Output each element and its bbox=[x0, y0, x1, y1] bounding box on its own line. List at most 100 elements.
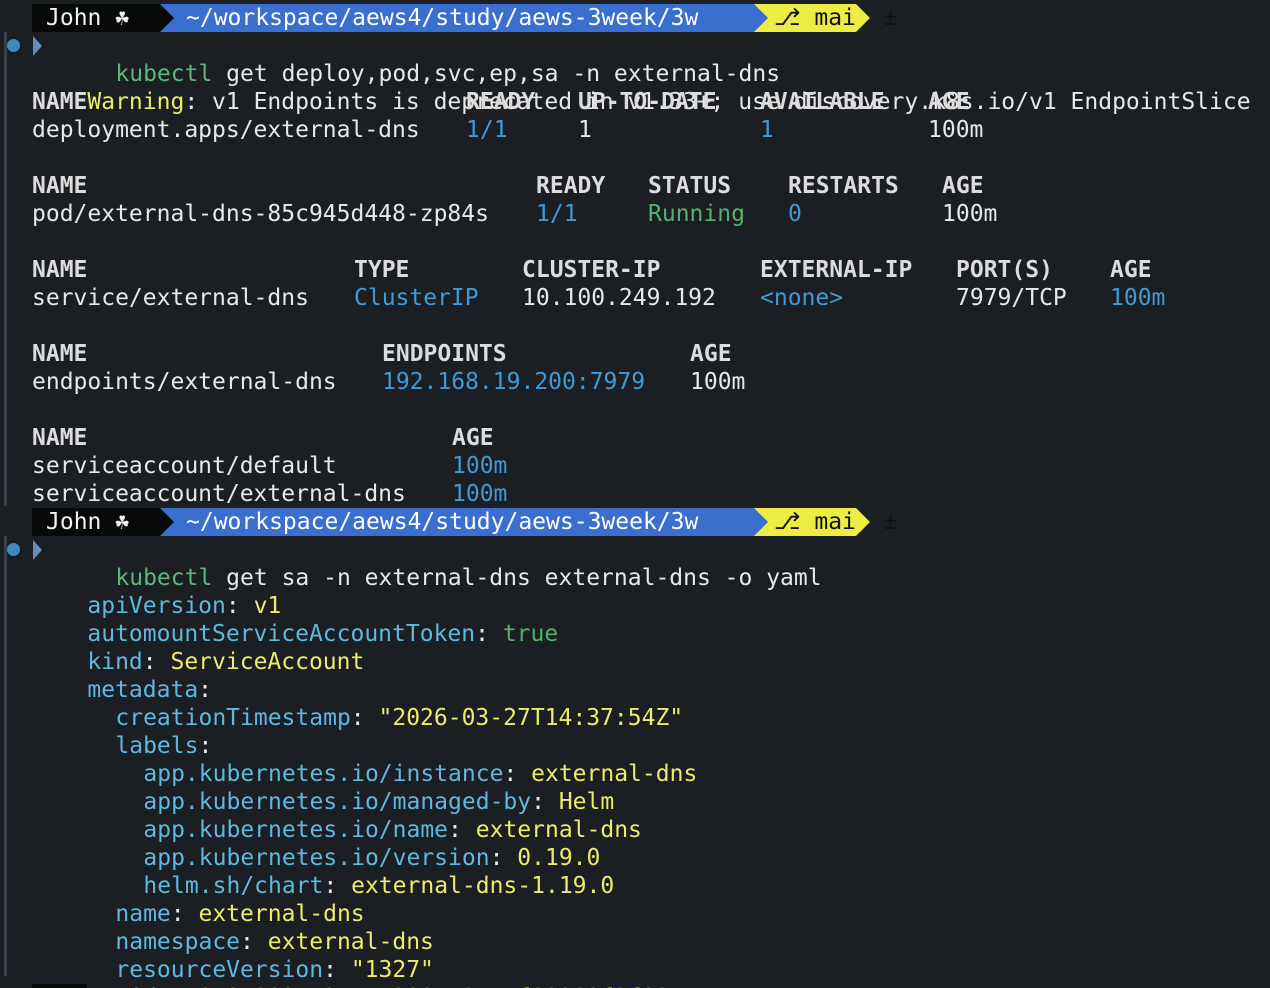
yaml-line: kind: ServiceAccount bbox=[87, 649, 365, 675]
table-row: serviceaccount/external-dns 100m bbox=[32, 480, 732, 508]
prompt-chevron-icon bbox=[33, 540, 42, 560]
column-header: READY bbox=[466, 89, 536, 115]
column-header: TYPE bbox=[354, 257, 410, 283]
table-row: endpoints/external-dns 192.168.19.200:79… bbox=[32, 368, 932, 396]
table-cell: 100m bbox=[928, 117, 984, 143]
yaml-line: namespace: external-dns bbox=[115, 929, 434, 955]
table-header: NAME READY STATUS RESTARTS AGE bbox=[32, 172, 1032, 200]
table-cell: pod/external-dns-85c945d448-zp84s bbox=[32, 201, 489, 227]
yaml-line: app.kubernetes.io/name: external-dns bbox=[143, 817, 642, 843]
table-cell: 1/1 bbox=[536, 201, 578, 227]
prompt-end-icon bbox=[856, 508, 870, 536]
table-cell: 100m bbox=[1110, 285, 1166, 311]
column-header: NAME bbox=[32, 425, 88, 451]
yaml-line: metadata: bbox=[87, 677, 213, 703]
command-args: get sa -n external-dns external-dns -o y… bbox=[212, 565, 822, 591]
yaml-value: true bbox=[502, 621, 559, 647]
table-cell: endpoints/external-dns bbox=[32, 369, 337, 395]
prompt-path: ~/workspace/aews4/study/aews-3week/3w bbox=[174, 4, 754, 32]
table-cell: 1/1 bbox=[466, 117, 508, 143]
table-cell: service/external-dns bbox=[32, 285, 309, 311]
yaml-line: creationTimestamp: "2026-03-27T14:37:54Z… bbox=[115, 705, 684, 731]
table-cell: <none> bbox=[760, 285, 844, 311]
table-row: service/external-dns ClusterIP 10.100.24… bbox=[32, 284, 1232, 312]
column-header: NAME bbox=[32, 89, 88, 115]
table-cell: 10.100.249.192 bbox=[522, 285, 716, 311]
prompt-git-branch: ⎇ main ± bbox=[768, 508, 897, 536]
command-line: kubectl get sa -n external-dns external-… bbox=[60, 536, 821, 591]
prompt-bar: John ☘ ~/workspace/aews4/study/aews-3wee… bbox=[32, 508, 897, 536]
table-header: NAME TYPE CLUSTER-IP EXTERNAL-IP PORT(S)… bbox=[32, 256, 1232, 284]
yaml-line: labels: bbox=[115, 733, 213, 759]
prompt-bar: John ☘ ~/workspace/aews4/study/aews-3wee… bbox=[32, 4, 897, 32]
prompt-separator-icon bbox=[754, 508, 768, 536]
table-cell: 1 bbox=[578, 117, 592, 143]
table-cell: serviceaccount/default bbox=[32, 453, 337, 479]
yaml-line: resourceVersion: "1327" bbox=[115, 957, 434, 983]
prompt-separator-icon bbox=[160, 508, 174, 536]
table-cell: 100m bbox=[690, 369, 746, 395]
column-header: AGE bbox=[1110, 257, 1152, 283]
table-cell: 0 bbox=[788, 201, 802, 227]
column-header: NAME bbox=[32, 341, 88, 367]
column-header: RESTARTS bbox=[788, 173, 899, 199]
column-header: AGE bbox=[690, 341, 732, 367]
prompt-user: John ☘ bbox=[32, 4, 160, 32]
terminal-window[interactable]: John ☘ ~/workspace/aews4/study/aews-3wee… bbox=[0, 0, 1270, 988]
command-gutter-1 bbox=[4, 32, 7, 506]
table-cell: Running bbox=[648, 201, 745, 227]
column-header: UP-TO-DATE bbox=[578, 89, 717, 115]
yaml-value: external-dns-1.19.0 bbox=[351, 873, 615, 899]
table-header: NAME AGE bbox=[32, 424, 732, 452]
yaml-line: app.kubernetes.io/managed-by: Helm bbox=[143, 789, 615, 815]
column-header: EXTERNAL-IP bbox=[760, 257, 913, 283]
column-header: NAME bbox=[32, 257, 88, 283]
column-header: PORT(S) bbox=[956, 257, 1053, 283]
table-cell: deployment.apps/external-dns bbox=[32, 117, 420, 143]
warning-line: Warning: v1 Endpoints is deprecated in v… bbox=[32, 60, 1250, 115]
yaml-value: "2026-03-27T14:37:54Z" bbox=[378, 705, 684, 731]
table-cell: ClusterIP bbox=[354, 285, 479, 311]
yaml-line: app.kubernetes.io/version: 0.19.0 bbox=[143, 845, 601, 871]
yaml-line: uid: 5849a993-524c-4208-a9a7-f08068f2f99… bbox=[60, 956, 683, 988]
table-header: NAME READY UP-TO-DATE AVAILABLE AGE bbox=[32, 88, 1032, 116]
column-header: AVAILABLE bbox=[760, 89, 885, 115]
column-header: AGE bbox=[928, 89, 970, 115]
prompt-user: John ☘ bbox=[32, 508, 160, 536]
table-cell: 7979/TCP bbox=[956, 285, 1067, 311]
table-row: deployment.apps/external-dns 1/1 1 1 100… bbox=[32, 116, 1032, 144]
column-header: READY bbox=[536, 173, 606, 199]
yaml-line: helm.sh/chart: external-dns-1.19.0 bbox=[143, 873, 615, 899]
command-status-dot-icon bbox=[7, 543, 20, 556]
table-cell: 100m bbox=[452, 481, 508, 507]
table-cell: serviceaccount/external-dns bbox=[32, 481, 406, 507]
command-gutter-2 bbox=[4, 536, 7, 976]
column-header: STATUS bbox=[648, 173, 732, 199]
prompt-user-segment bbox=[32, 984, 88, 988]
table-header: NAME ENDPOINTS AGE bbox=[32, 340, 932, 368]
table-row: pod/external-dns-85c945d448-zp84s 1/1 Ru… bbox=[32, 200, 1032, 228]
column-header: NAME bbox=[32, 173, 88, 199]
prompt-separator-icon bbox=[754, 4, 768, 32]
table-cell: 100m bbox=[452, 453, 508, 479]
prompt-bar-partial bbox=[32, 984, 88, 988]
prompt-end-icon bbox=[856, 4, 870, 32]
yaml-line: name: external-dns bbox=[115, 901, 365, 927]
table-cell: 1 bbox=[760, 117, 774, 143]
command-line: kubectl get deploy,pod,svc,ep,sa -n exte… bbox=[60, 32, 780, 87]
prompt-path: ~/workspace/aews4/study/aews-3week/3w bbox=[174, 508, 754, 536]
yaml-line: app.kubernetes.io/instance: external-dns bbox=[143, 761, 698, 787]
yaml-line: automountServiceAccountToken: true bbox=[87, 621, 559, 647]
column-header: AGE bbox=[452, 425, 494, 451]
column-header: ENDPOINTS bbox=[382, 341, 507, 367]
yaml-line: apiVersion: v1 bbox=[87, 593, 282, 619]
table-cell: 192.168.19.200:7979 bbox=[382, 369, 646, 395]
prompt-git-branch: ⎇ main ± bbox=[768, 4, 897, 32]
prompt-separator-icon bbox=[160, 4, 174, 32]
table-cell: 100m bbox=[942, 201, 998, 227]
column-header: AGE bbox=[942, 173, 984, 199]
column-header: CLUSTER-IP bbox=[522, 257, 661, 283]
prompt-chevron-icon bbox=[33, 36, 42, 56]
command-status-dot-icon bbox=[7, 39, 20, 52]
table-row: serviceaccount/default 100m bbox=[32, 452, 732, 480]
